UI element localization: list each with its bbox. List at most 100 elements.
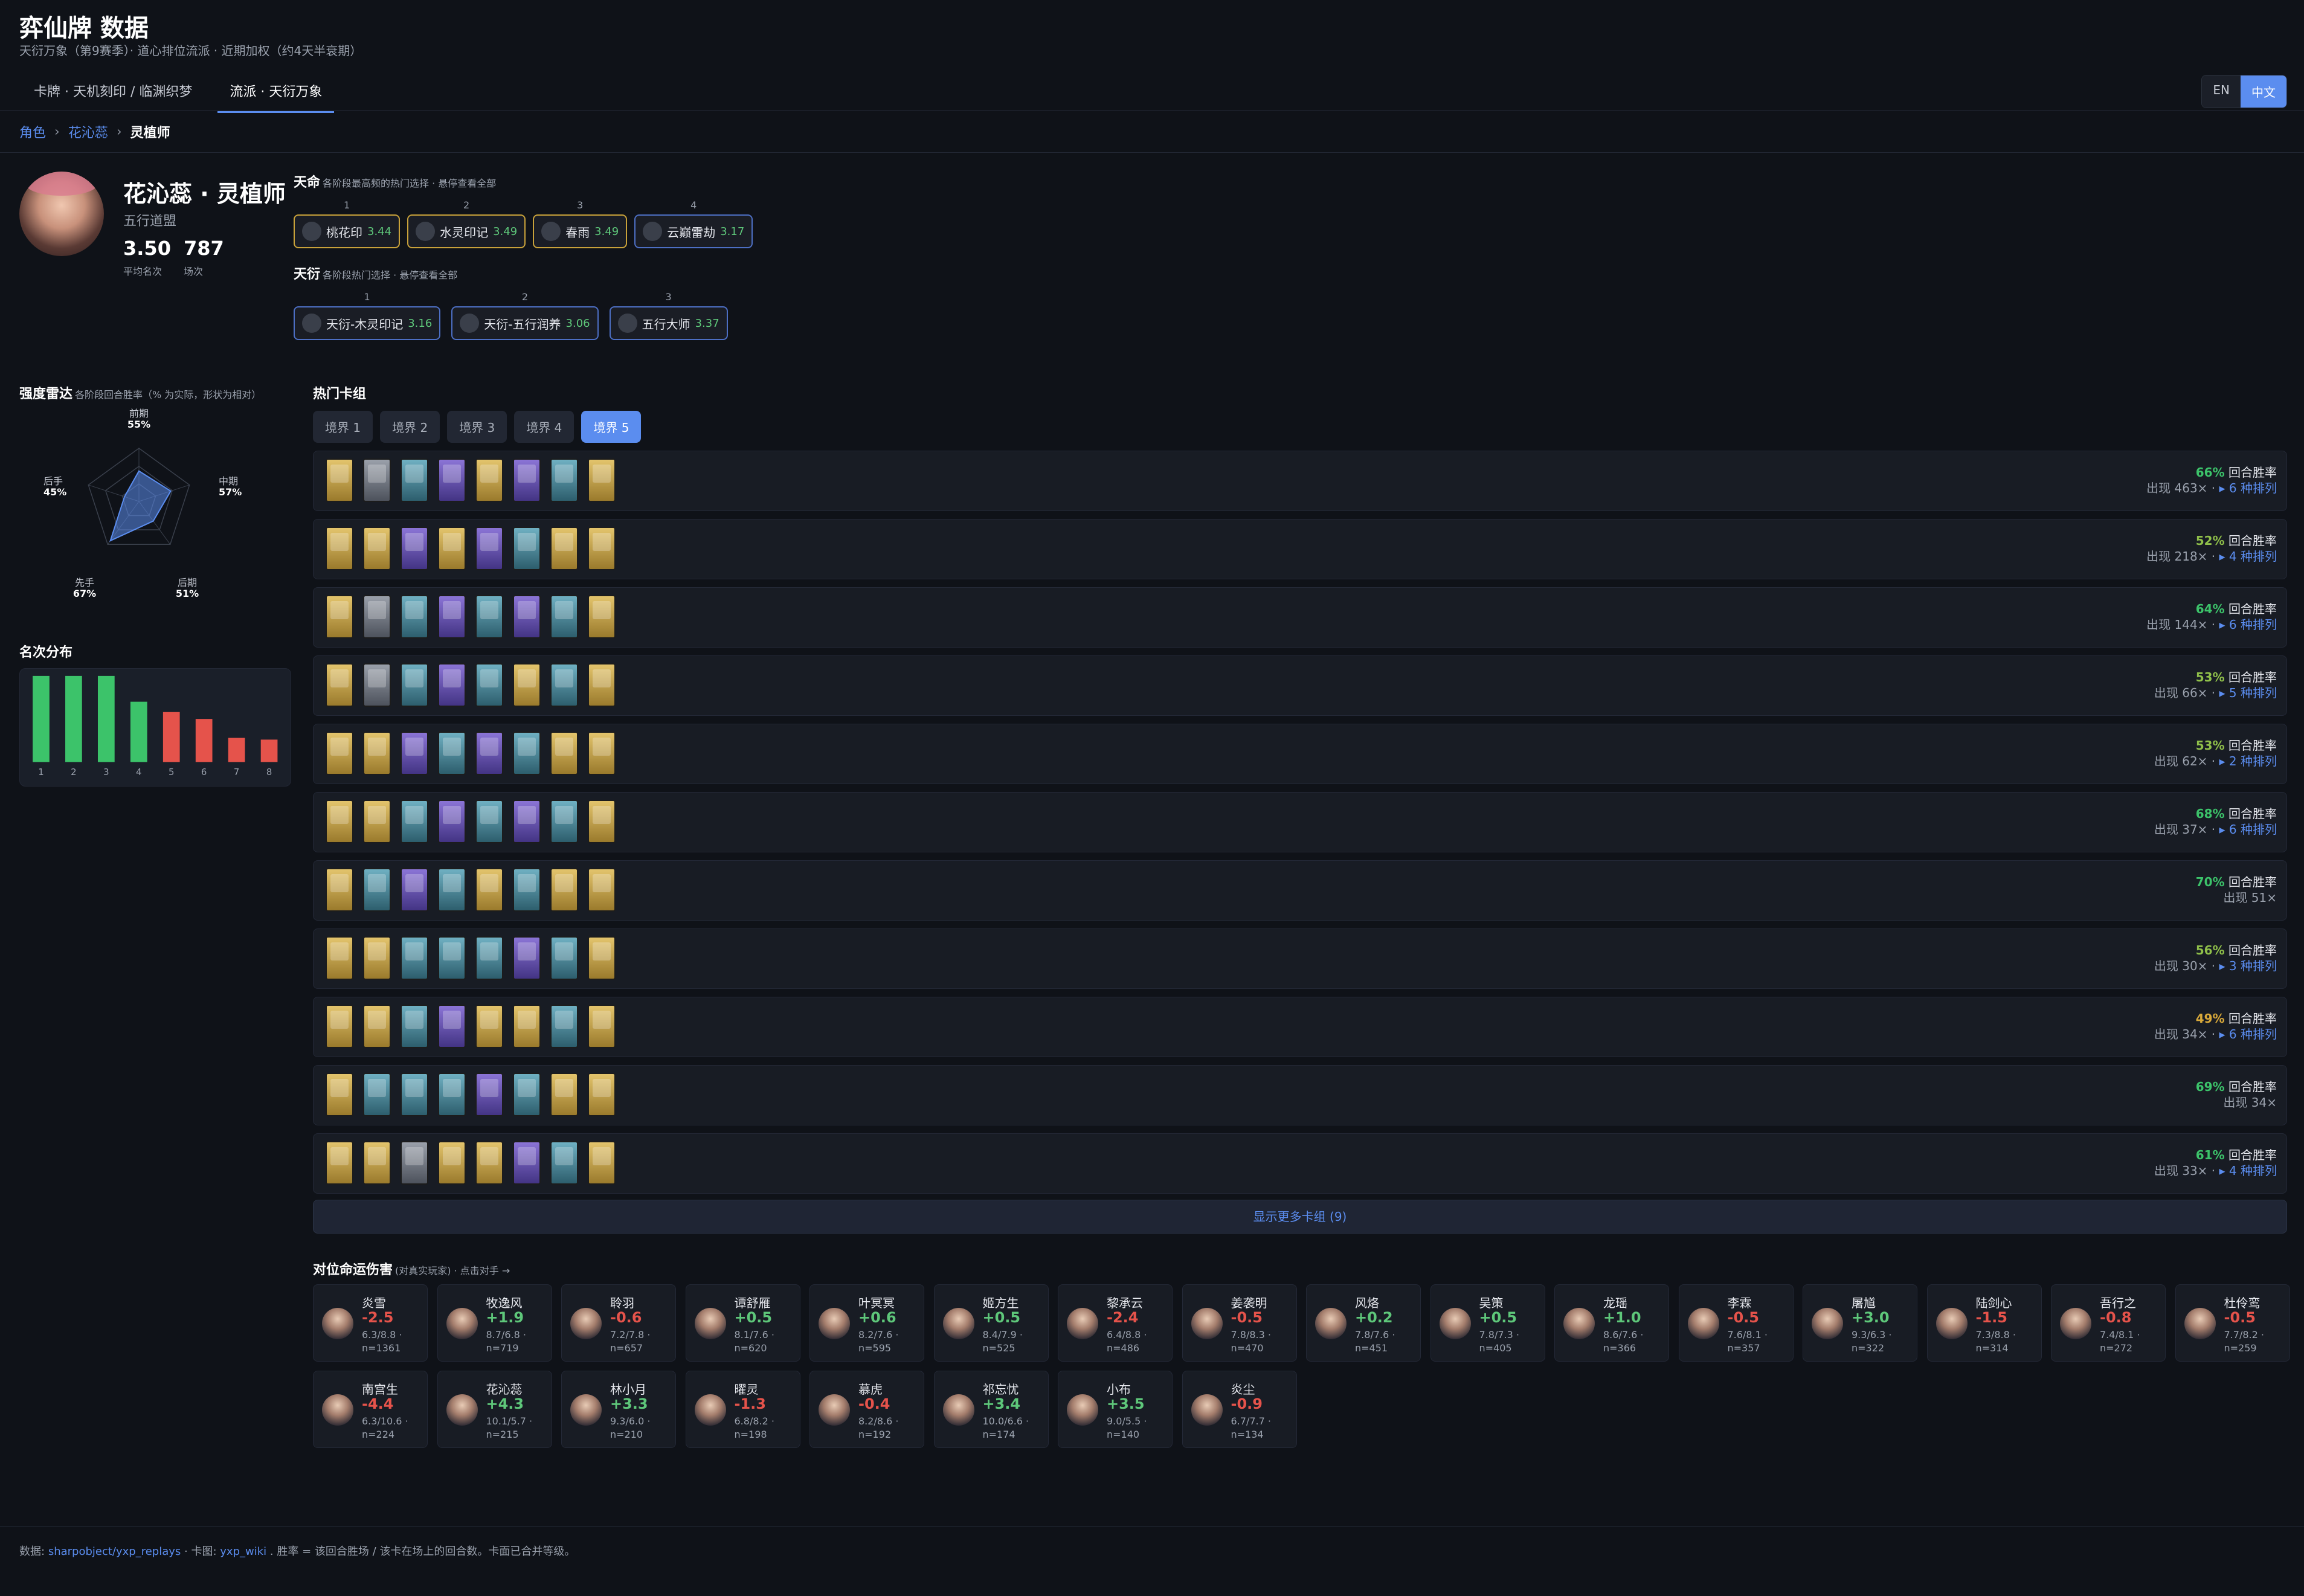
card-thumbnail[interactable] <box>513 936 541 980</box>
deck-row[interactable]: 68% 回合胜率 出现 37× · ▸ 6 种排列 <box>313 792 2287 852</box>
deck-variants-link[interactable]: ▸ 6 种排列 <box>2219 1027 2277 1041</box>
card-thumbnail[interactable] <box>438 936 466 980</box>
opponent-card[interactable]: 曜灵 -1.3 6.8/8.2 · n=198 <box>685 1371 800 1448</box>
deck-row[interactable]: 53% 回合胜率 出现 66× · ▸ 5 种排列 <box>313 655 2287 716</box>
opponent-card[interactable]: 炎尘 -0.9 6.7/7.7 · n=134 <box>1182 1371 1297 1448</box>
card-thumbnail[interactable] <box>550 1005 578 1048</box>
card-thumbnail[interactable] <box>438 1141 466 1185</box>
card-thumbnail[interactable] <box>326 1141 353 1185</box>
card-thumbnail[interactable] <box>363 1073 391 1116</box>
opponent-card[interactable]: 杜伶鸾 -0.5 7.7/8.2 · n=259 <box>2175 1284 2290 1362</box>
card-thumbnail[interactable] <box>475 1005 503 1048</box>
card-thumbnail[interactable] <box>475 595 503 639</box>
card-thumbnail[interactable] <box>363 595 391 639</box>
card-thumbnail[interactable] <box>438 1073 466 1116</box>
pick-chip[interactable]: 云巅雷劫 3.17 <box>634 214 753 248</box>
lang-zh-button[interactable]: 中文 <box>2241 76 2286 108</box>
card-thumbnail[interactable] <box>513 732 541 775</box>
card-thumbnail[interactable] <box>588 663 616 707</box>
card-thumbnail[interactable] <box>475 1073 503 1116</box>
card-thumbnail[interactable] <box>588 800 616 843</box>
deck-row[interactable]: 56% 回合胜率 出现 30× · ▸ 3 种排列 <box>313 928 2287 989</box>
card-thumbnail[interactable] <box>588 868 616 912</box>
card-thumbnail[interactable] <box>326 936 353 980</box>
card-thumbnail[interactable] <box>438 459 466 502</box>
card-thumbnail[interactable] <box>588 459 616 502</box>
card-thumbnail[interactable] <box>550 595 578 639</box>
opponent-card[interactable]: 慕虎 -0.4 8.2/8.6 · n=192 <box>809 1371 924 1448</box>
deck-variants-link[interactable]: ▸ 6 种排列 <box>2219 481 2277 495</box>
pick-chip[interactable]: 天衍-木灵印记 3.16 <box>294 306 441 340</box>
card-thumbnail[interactable] <box>401 459 428 502</box>
card-thumbnail[interactable] <box>401 1005 428 1048</box>
card-thumbnail[interactable] <box>588 732 616 775</box>
card-thumbnail[interactable] <box>550 868 578 912</box>
pick-chip[interactable]: 天衍-五行润养 3.06 <box>451 306 599 340</box>
card-thumbnail[interactable] <box>513 1141 541 1185</box>
breadcrumb-character[interactable]: 花沁蕊 <box>68 122 108 141</box>
deck-variants-link[interactable]: ▸ 3 种排列 <box>2219 959 2277 973</box>
card-thumbnail[interactable] <box>588 1141 616 1185</box>
card-thumbnail[interactable] <box>326 732 353 775</box>
card-thumbnail[interactable] <box>475 868 503 912</box>
tab-cards[interactable]: 卡牌 · 天机刻印 / 临渊织梦 <box>22 75 204 113</box>
deck-row[interactable]: 70% 回合胜率 出现 51× <box>313 860 2287 921</box>
card-thumbnail[interactable] <box>550 1141 578 1185</box>
card-thumbnail[interactable] <box>326 595 353 639</box>
card-thumbnail[interactable] <box>475 459 503 502</box>
card-thumbnail[interactable] <box>326 663 353 707</box>
deck-variants-link[interactable]: ▸ 4 种排列 <box>2219 1163 2277 1178</box>
card-thumbnail[interactable] <box>363 868 391 912</box>
card-thumbnail[interactable] <box>550 1073 578 1116</box>
deck-variants-link[interactable]: ▸ 6 种排列 <box>2219 617 2277 632</box>
card-thumbnail[interactable] <box>363 732 391 775</box>
card-thumbnail[interactable] <box>513 595 541 639</box>
opponent-card[interactable]: 龙瑶 +1.0 8.6/7.6 · n=366 <box>1554 1284 1669 1362</box>
opponent-card[interactable]: 祁忘忧 +3.4 10.0/6.6 · n=174 <box>933 1371 1049 1448</box>
card-thumbnail[interactable] <box>550 936 578 980</box>
card-thumbnail[interactable] <box>475 1141 503 1185</box>
card-thumbnail[interactable] <box>438 1005 466 1048</box>
card-thumbnail[interactable] <box>550 732 578 775</box>
card-thumbnail[interactable] <box>550 527 578 570</box>
tier-tab[interactable]: 境界 4 <box>514 411 574 443</box>
deck-variants-link[interactable]: ▸ 2 种排列 <box>2219 754 2277 768</box>
opponent-card[interactable]: 吾行之 -0.8 7.4/8.1 · n=272 <box>2051 1284 2166 1362</box>
card-thumbnail[interactable] <box>438 663 466 707</box>
opponent-card[interactable]: 陆剑心 -1.5 7.3/8.8 · n=314 <box>1926 1284 2042 1362</box>
opponent-card[interactable]: 吴策 +0.5 7.8/7.3 · n=405 <box>1430 1284 1545 1362</box>
card-thumbnail[interactable] <box>326 1005 353 1048</box>
deck-row[interactable]: 64% 回合胜率 出现 144× · ▸ 6 种排列 <box>313 587 2287 648</box>
footer-replays-link[interactable]: sharpobject/yxp_replays <box>48 1545 181 1558</box>
opponent-card[interactable]: 姬方生 +0.5 8.4/7.9 · n=525 <box>933 1284 1049 1362</box>
card-thumbnail[interactable] <box>513 1073 541 1116</box>
card-thumbnail[interactable] <box>438 868 466 912</box>
opponent-card[interactable]: 牧逸风 +1.9 8.7/6.8 · n=719 <box>437 1284 552 1362</box>
opponent-card[interactable]: 林小月 +3.3 9.3/6.0 · n=210 <box>561 1371 676 1448</box>
tier-tab[interactable]: 境界 2 <box>380 411 440 443</box>
card-thumbnail[interactable] <box>588 936 616 980</box>
pick-chip[interactable]: 水灵印记 3.49 <box>407 214 526 248</box>
card-thumbnail[interactable] <box>513 663 541 707</box>
card-thumbnail[interactable] <box>363 936 391 980</box>
pick-chip[interactable]: 桃花印 3.44 <box>294 214 401 248</box>
card-thumbnail[interactable] <box>326 1073 353 1116</box>
card-thumbnail[interactable] <box>475 663 503 707</box>
tier-tab[interactable]: 境界 1 <box>313 411 373 443</box>
opponent-card[interactable]: 炎雪 -2.5 6.3/8.8 · n=1361 <box>313 1284 428 1362</box>
opponent-card[interactable]: 屠馗 +3.0 9.3/6.3 · n=322 <box>1803 1284 1917 1362</box>
opponent-card[interactable]: 南宫生 -4.4 6.3/10.6 · n=224 <box>313 1371 428 1448</box>
card-thumbnail[interactable] <box>326 527 353 570</box>
card-thumbnail[interactable] <box>363 663 391 707</box>
pick-chip[interactable]: 春雨 3.49 <box>533 214 628 248</box>
card-thumbnail[interactable] <box>513 459 541 502</box>
card-thumbnail[interactable] <box>550 663 578 707</box>
footer-wiki-link[interactable]: yxp_wiki <box>220 1545 266 1558</box>
card-thumbnail[interactable] <box>326 800 353 843</box>
card-thumbnail[interactable] <box>438 595 466 639</box>
card-thumbnail[interactable] <box>363 1005 391 1048</box>
card-thumbnail[interactable] <box>326 868 353 912</box>
card-thumbnail[interactable] <box>513 800 541 843</box>
opponent-card[interactable]: 小布 +3.5 9.0/5.5 · n=140 <box>1058 1371 1173 1448</box>
card-thumbnail[interactable] <box>401 1141 428 1185</box>
